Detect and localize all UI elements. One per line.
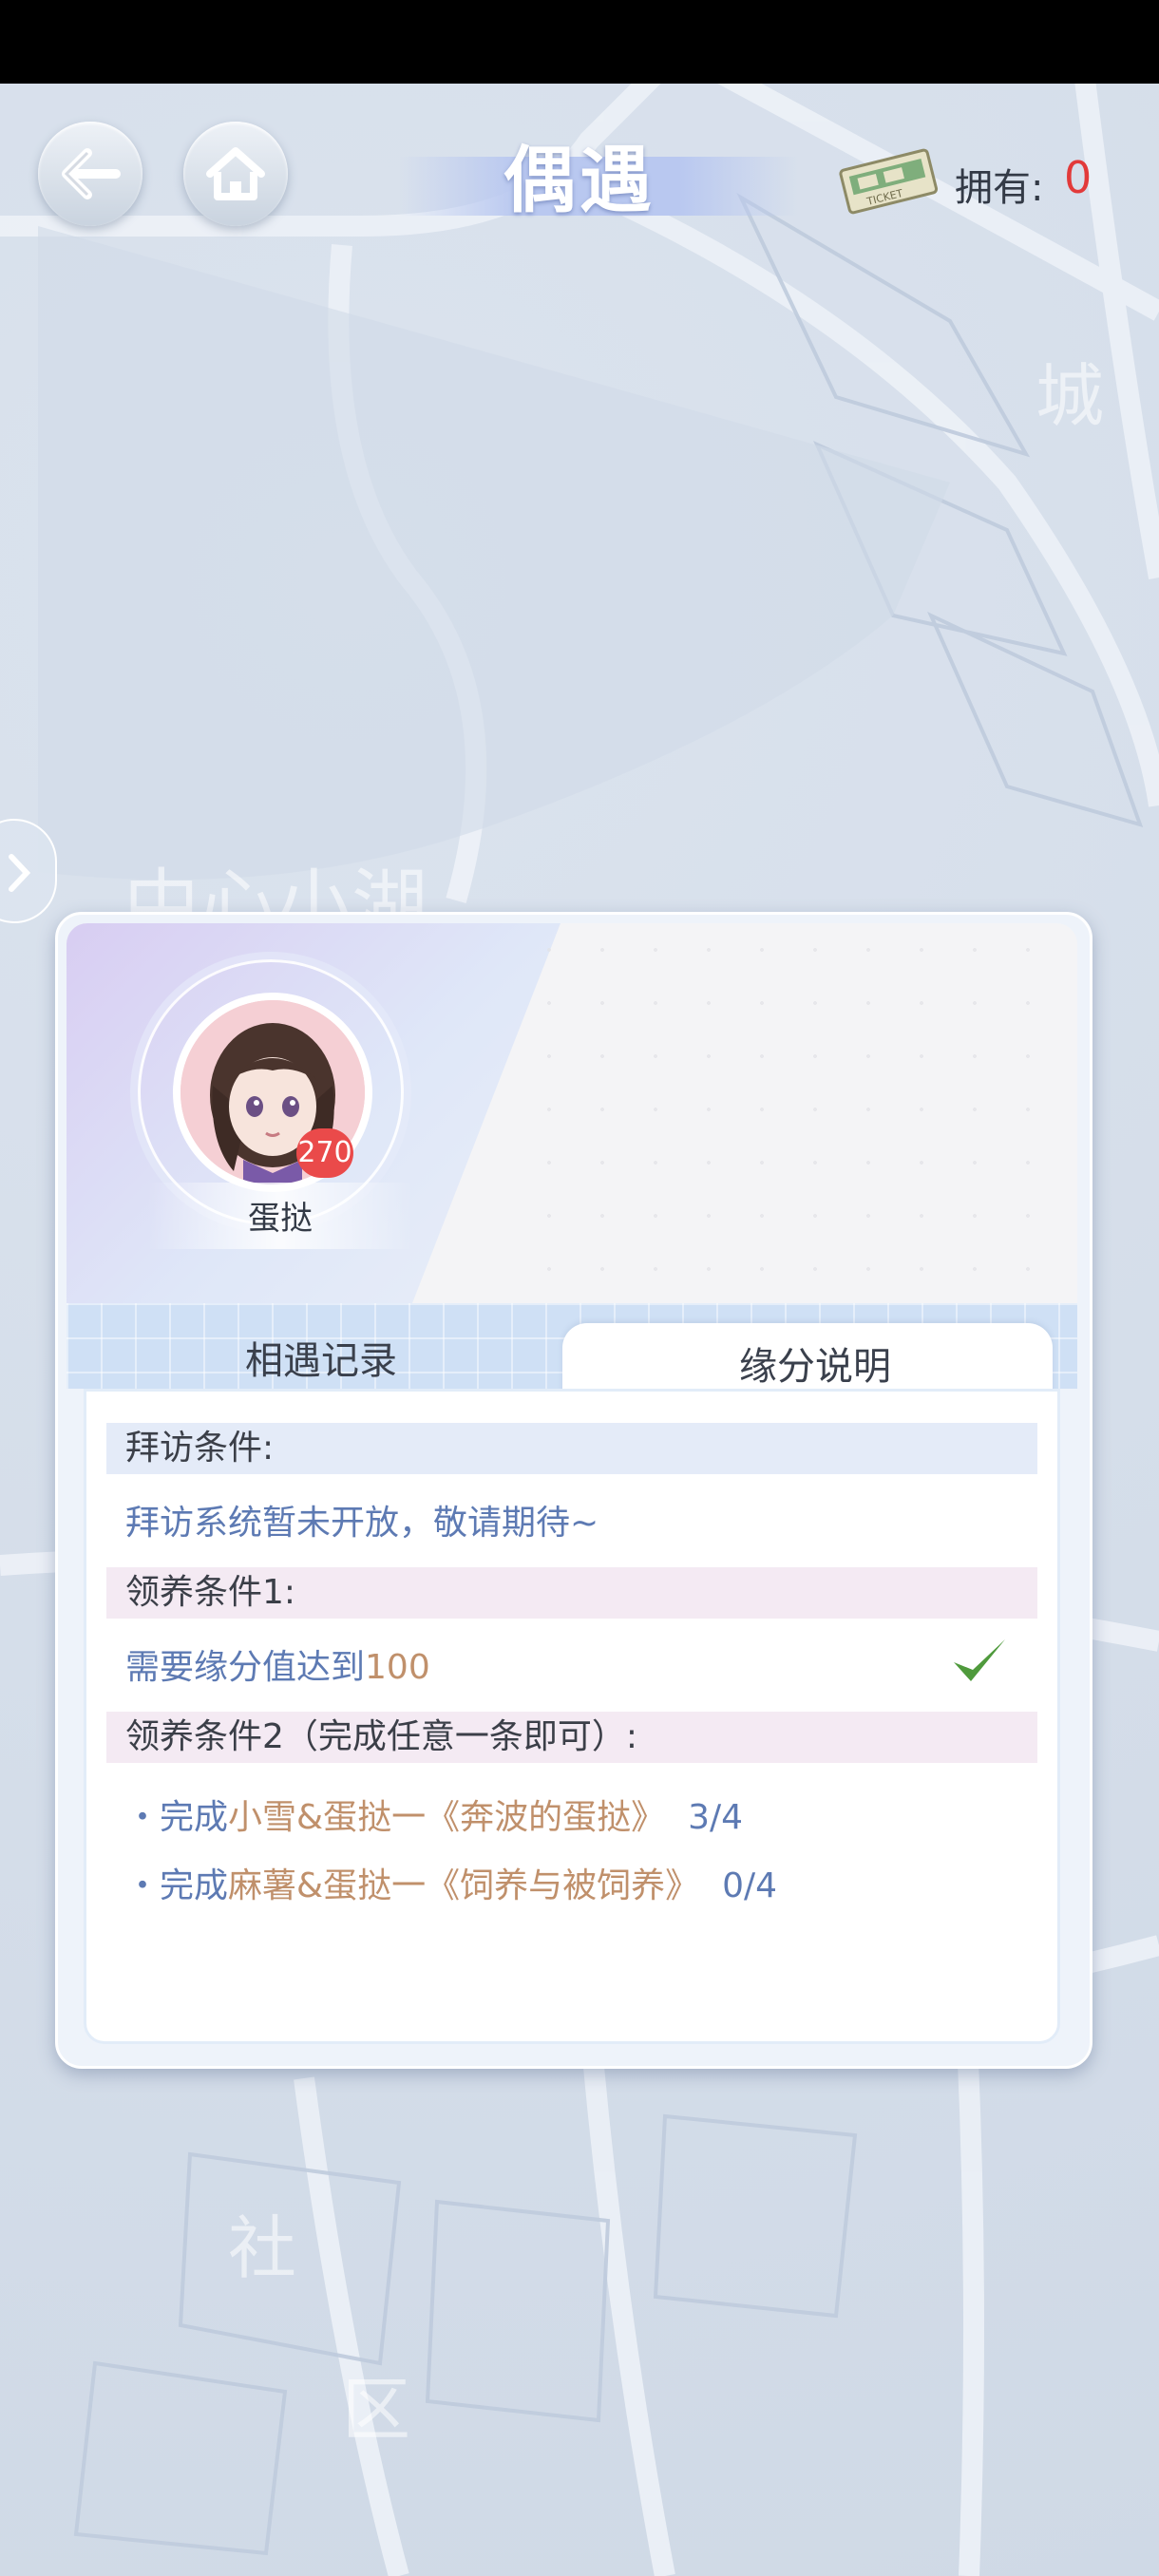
adopt-condition-1-value: 100 [365, 1648, 430, 1687]
map-label: 城 [1036, 356, 1105, 436]
header-pattern [522, 923, 1077, 1303]
task-bullet: ・完成 [125, 1866, 229, 1905]
visit-conditions-text: 拜访系统暂未开放，敬请期待~ [125, 1504, 599, 1543]
home-icon [206, 147, 265, 200]
task-item[interactable]: ・完成小雪&蛋挞一《奔波的蛋挞》 3/4 [125, 1790, 743, 1839]
task-bullet: ・完成 [125, 1798, 229, 1837]
map-label: 区 [342, 2370, 411, 2450]
side-expand-button[interactable] [0, 819, 57, 923]
adopt-condition-1-heading: 领养条件1: [106, 1567, 1037, 1619]
character-name: 蛋挞 [248, 1200, 313, 1238]
page-title: 偶遇 [504, 138, 656, 222]
checkmark-icon [954, 1639, 1005, 1681]
side-expand-icon [9, 854, 31, 892]
level-badge: 270 [296, 1128, 353, 1178]
task-progress: 0/4 [722, 1866, 778, 1905]
task-name: 麻薯&蛋挞一《饲养与被饲养》 [228, 1866, 700, 1905]
back-arrow-icon [62, 148, 121, 199]
owned-label: 拥有: [955, 166, 1044, 210]
map-label: 社 [228, 2208, 297, 2288]
home-button[interactable] [183, 122, 288, 226]
owned-count: 0 [1064, 152, 1092, 203]
task-progress: 3/4 [688, 1798, 744, 1837]
task-item[interactable]: ・完成麻薯&蛋挞一《饲养与被饲养》 0/4 [125, 1858, 777, 1907]
adopt-condition-2-heading: 领养条件2（完成任意一条即可）: [106, 1712, 1037, 1763]
tab-fate-description[interactable]: 缘分说明 [739, 1335, 891, 1391]
ticket-icon: TICKET [839, 148, 939, 215]
task-name: 小雪&蛋挞一《奔波的蛋挞》 [228, 1798, 666, 1837]
back-button[interactable] [38, 122, 142, 226]
tab-encounter-record[interactable]: 相遇记录 [245, 1330, 397, 1385]
status-bar [0, 0, 1159, 84]
visit-conditions-heading: 拜访条件: [106, 1423, 1037, 1474]
adopt-condition-1-text: 需要缘分值达到100 [125, 1639, 430, 1689]
adopt-condition-1-prefix: 需要缘分值达到 [125, 1648, 366, 1687]
